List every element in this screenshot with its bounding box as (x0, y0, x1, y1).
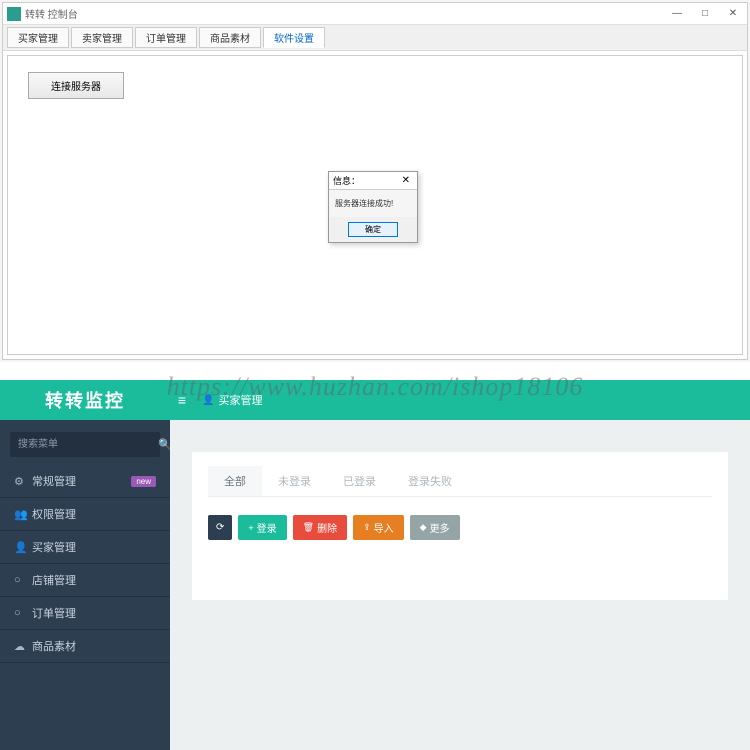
tab-software-settings[interactable]: 软件设置 (263, 27, 325, 48)
sidebar-item-permissions[interactable]: 👥 权限管理 (0, 498, 170, 531)
sidebar-item-order[interactable]: ○ 订单管理 (0, 597, 170, 630)
tab-seller-manage[interactable]: 卖家管理 (71, 27, 133, 48)
sidebar-item-label: 商品素材 (32, 638, 156, 654)
tab-all[interactable]: 全部 (208, 466, 262, 496)
web-body: 🔍 ⚙ 常规管理 new 👥 权限管理 👤 买家管理 ○ 店铺管理 ○ 订单管 (0, 420, 750, 750)
sidebar-item-general[interactable]: ⚙ 常规管理 new (0, 465, 170, 498)
refresh-icon: ⟳ (216, 522, 224, 533)
desktop-body: 连接服务器 信息： ✕ 服务器连接成功! 确定 (7, 55, 743, 355)
plus-icon: + (248, 523, 253, 533)
breadcrumb: 👤 买家管理 (194, 392, 262, 408)
content-area: 全部 未登录 已登录 登录失败 ⟳ + 登录 🗑 删除 (170, 420, 750, 750)
tab-buyer-manage[interactable]: 买家管理 (7, 27, 69, 48)
toolbar: ⟳ + 登录 🗑 删除 ⇪ 导入 ◆ (208, 515, 712, 540)
gear-icon: ⚙ (14, 475, 32, 488)
tab-not-logged-in[interactable]: 未登录 (262, 466, 327, 496)
breadcrumb-text: 买家管理 (218, 392, 262, 408)
user-icon: 👤 (14, 541, 32, 554)
button-label: 导入 (374, 520, 394, 535)
minimize-button[interactable]: — (663, 4, 691, 24)
tab-login-failed[interactable]: 登录失败 (392, 466, 468, 496)
cloud-icon: ☁ (14, 640, 32, 653)
dialog-ok-button[interactable]: 确定 (348, 222, 398, 237)
desktop-tabs: 买家管理 卖家管理 订单管理 商品素材 软件设置 (3, 25, 747, 51)
sidebar-item-label: 权限管理 (32, 506, 156, 522)
desktop-window: 转转 控制台 — □ ✕ 买家管理 卖家管理 订单管理 商品素材 软件设置 连接… (2, 2, 748, 360)
refresh-button[interactable]: ⟳ (208, 515, 232, 540)
info-dialog: 信息： ✕ 服务器连接成功! 确定 (328, 171, 418, 243)
new-badge: new (131, 476, 156, 487)
sidebar-item-label: 常规管理 (32, 473, 131, 489)
import-button[interactable]: ⇪ 导入 (353, 515, 404, 540)
sidebar-item-buyer[interactable]: 👤 买家管理 (0, 531, 170, 564)
tab-product-material[interactable]: 商品素材 (199, 27, 261, 48)
separator (0, 362, 750, 380)
diamond-icon: ◆ (420, 522, 427, 533)
dialog-close-button[interactable]: ✕ (399, 175, 413, 186)
trash-icon: 🗑 (303, 522, 314, 533)
button-label: 登录 (257, 520, 277, 535)
circle-icon: ○ (14, 574, 32, 586)
user-icon: 👤 (202, 395, 214, 406)
sidebar-item-label: 买家管理 (32, 539, 156, 555)
users-icon: 👥 (14, 508, 32, 521)
tab-logged-in[interactable]: 已登录 (327, 466, 392, 496)
more-button[interactable]: ◆ 更多 (410, 515, 460, 540)
button-label: 更多 (430, 520, 450, 535)
web-app: https://www.huzhan.com/ishop18106 转转监控 ≡… (0, 380, 750, 750)
logo: 转转监控 (0, 387, 170, 413)
sidebar-item-label: 店铺管理 (32, 572, 156, 588)
sidebar-item-material[interactable]: ☁ 商品素材 (0, 630, 170, 663)
window-title: 转转 控制台 (25, 6, 663, 21)
dialog-title: 信息： (333, 174, 360, 187)
dialog-message: 服务器连接成功! (329, 190, 417, 217)
hamburger-icon[interactable]: ≡ (170, 392, 194, 408)
button-label: 删除 (317, 520, 337, 535)
login-button[interactable]: + 登录 (238, 515, 286, 540)
dialog-header: 信息： ✕ (329, 172, 417, 190)
web-header: 转转监控 ≡ 👤 买家管理 (0, 380, 750, 420)
maximize-button[interactable]: □ (691, 4, 719, 24)
sidebar: 🔍 ⚙ 常规管理 new 👥 权限管理 👤 买家管理 ○ 店铺管理 ○ 订单管 (0, 420, 170, 750)
panel: 全部 未登录 已登录 登录失败 ⟳ + 登录 🗑 删除 (192, 452, 728, 600)
app-icon (7, 7, 21, 21)
delete-button[interactable]: 🗑 删除 (293, 515, 347, 540)
connect-server-button[interactable]: 连接服务器 (28, 72, 124, 99)
search-input[interactable] (10, 432, 158, 457)
tab-order-manage[interactable]: 订单管理 (135, 27, 197, 48)
close-button[interactable]: ✕ (719, 4, 747, 24)
panel-tabs: 全部 未登录 已登录 登录失败 (208, 466, 712, 497)
sidebar-item-label: 订单管理 (32, 605, 156, 621)
upload-icon: ⇪ (363, 522, 371, 533)
window-controls: — □ ✕ (663, 4, 747, 24)
sidebar-item-shop[interactable]: ○ 店铺管理 (0, 564, 170, 597)
search-box: 🔍 (10, 432, 160, 457)
circle-icon: ○ (14, 607, 32, 619)
dialog-footer: 确定 (329, 217, 417, 242)
titlebar: 转转 控制台 — □ ✕ (3, 3, 747, 25)
